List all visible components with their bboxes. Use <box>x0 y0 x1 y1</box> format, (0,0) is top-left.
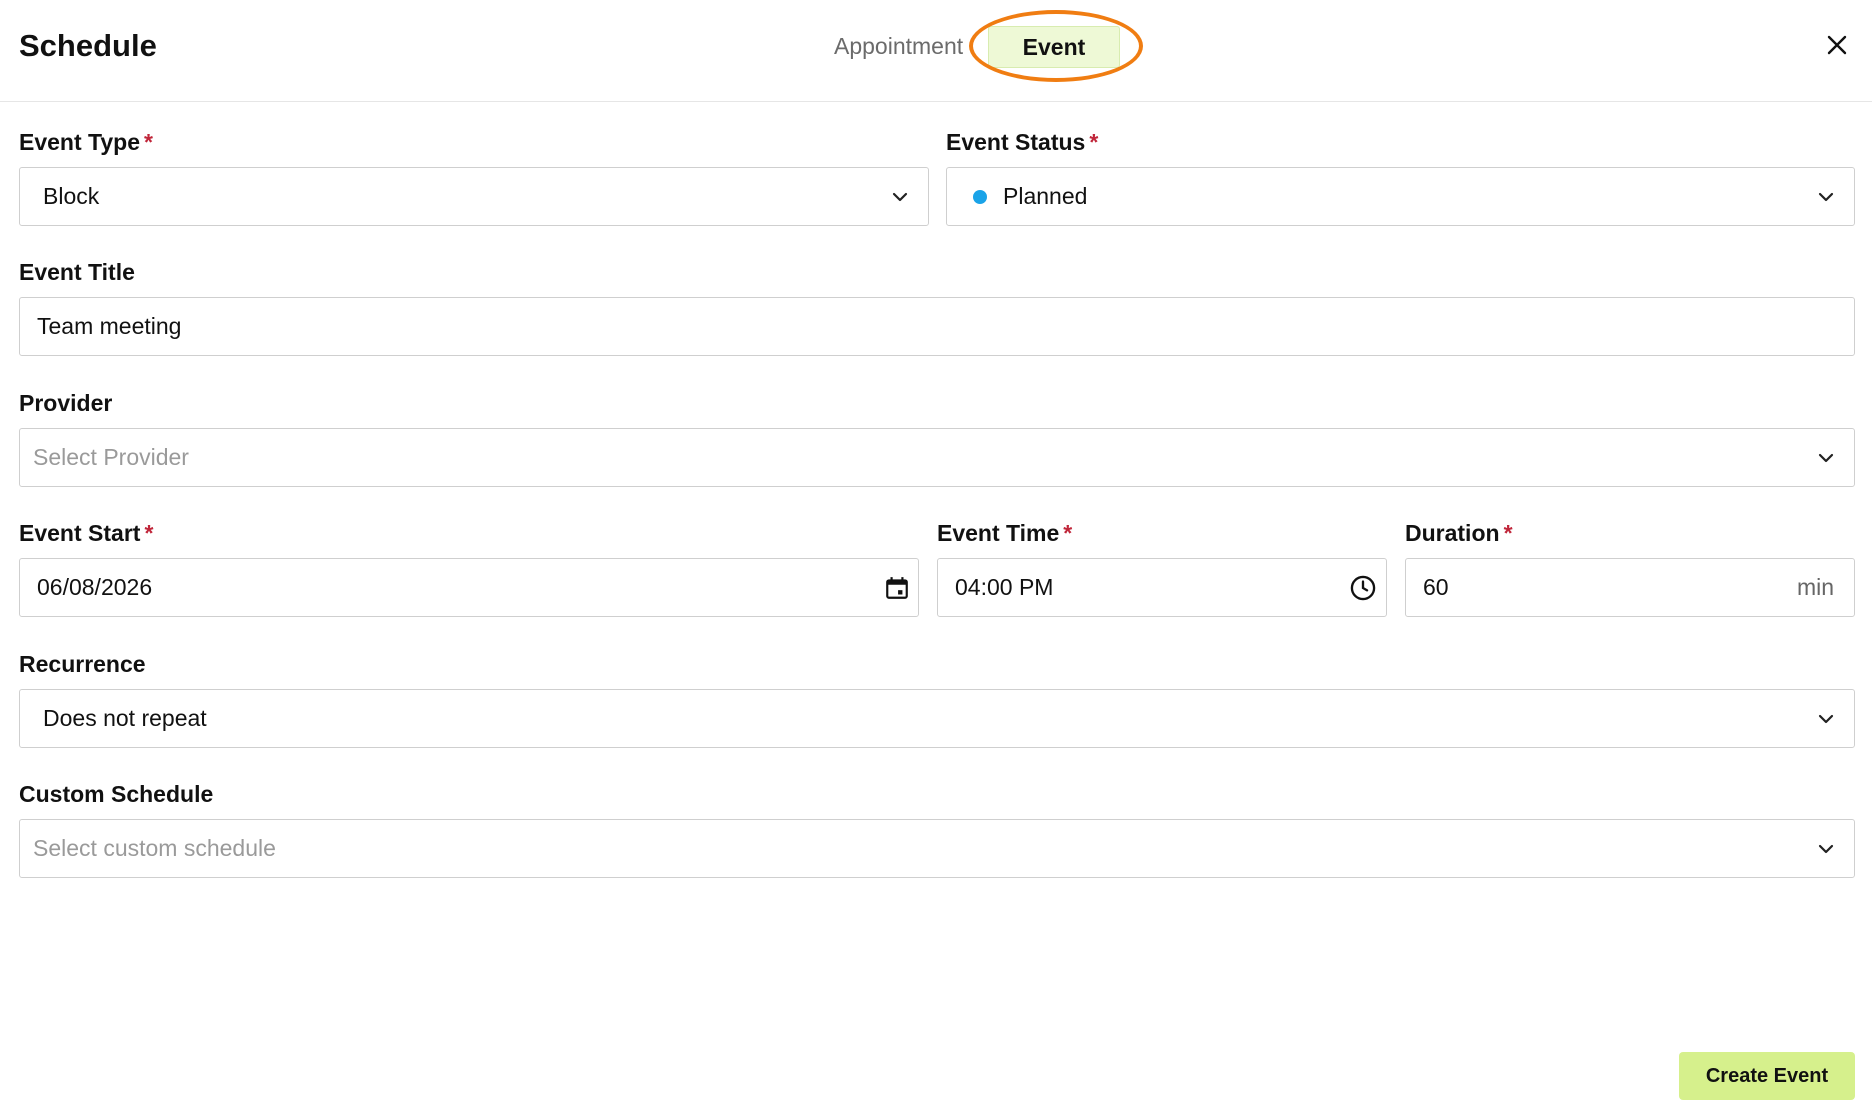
event-time-input[interactable]: 04:00 PM <box>937 558 1387 617</box>
event-type-label: Event Type * <box>19 129 153 155</box>
chevron-down-icon <box>892 192 908 201</box>
required-marker: * <box>1503 520 1513 546</box>
event-status-label: Event Status * <box>946 129 1099 155</box>
event-title-input[interactable]: Team meeting <box>19 297 1855 356</box>
chevron-down-icon <box>1818 453 1834 462</box>
recurrence-label: Recurrence <box>19 651 146 677</box>
provider-placeholder: Select Provider <box>33 444 189 470</box>
tab-event[interactable]: Event <box>988 26 1120 68</box>
chevron-down-icon <box>1818 714 1834 723</box>
recurrence-value: Does not repeat <box>43 705 207 731</box>
event-status-value: Planned <box>1003 183 1088 209</box>
event-time-value: 04:00 PM <box>955 574 1054 600</box>
provider-label: Provider <box>19 390 113 416</box>
event-type-value: Block <box>43 183 100 209</box>
tab-appointment[interactable]: Appointment <box>834 33 963 60</box>
required-marker: * <box>144 129 153 155</box>
required-marker: * <box>1089 129 1099 155</box>
custom-schedule-label: Custom Schedule <box>19 781 214 807</box>
duration-unit: min <box>1796 574 1834 600</box>
close-icon <box>1827 35 1847 55</box>
page-title: Schedule <box>19 28 157 63</box>
event-start-label: Event Start * <box>19 520 154 546</box>
duration-input[interactable]: 60 min <box>1405 558 1855 617</box>
custom-schedule-select[interactable]: Select custom schedule <box>19 819 1855 878</box>
close-button[interactable] <box>1822 30 1852 60</box>
event-title-value: Team meeting <box>37 313 182 339</box>
required-marker: * <box>144 520 154 546</box>
status-dot-icon <box>973 189 987 204</box>
event-start-date-input[interactable]: 06/08/2026 <box>19 558 919 617</box>
modal-header: Schedule Appointment Event <box>0 0 1872 102</box>
event-time-label: Event Time * <box>937 520 1073 546</box>
clock-icon[interactable] <box>1349 574 1377 602</box>
chevron-down-icon <box>1818 844 1834 853</box>
event-type-select[interactable]: Block <box>19 167 929 226</box>
event-status-select[interactable]: Planned <box>946 167 1855 226</box>
event-start-value: 06/08/2026 <box>37 574 153 600</box>
calendar-icon[interactable] <box>884 575 910 601</box>
recurrence-select[interactable]: Does not repeat <box>19 689 1855 748</box>
create-event-button[interactable]: Create Event <box>1679 1052 1855 1100</box>
duration-value: 60 <box>1423 574 1449 600</box>
chevron-down-icon <box>1818 192 1834 201</box>
duration-label: Duration * <box>1405 520 1513 546</box>
provider-select[interactable]: Select Provider <box>19 428 1855 487</box>
required-marker: * <box>1063 520 1073 546</box>
event-title-label: Event Title <box>19 259 135 285</box>
custom-schedule-placeholder: Select custom schedule <box>33 835 276 861</box>
